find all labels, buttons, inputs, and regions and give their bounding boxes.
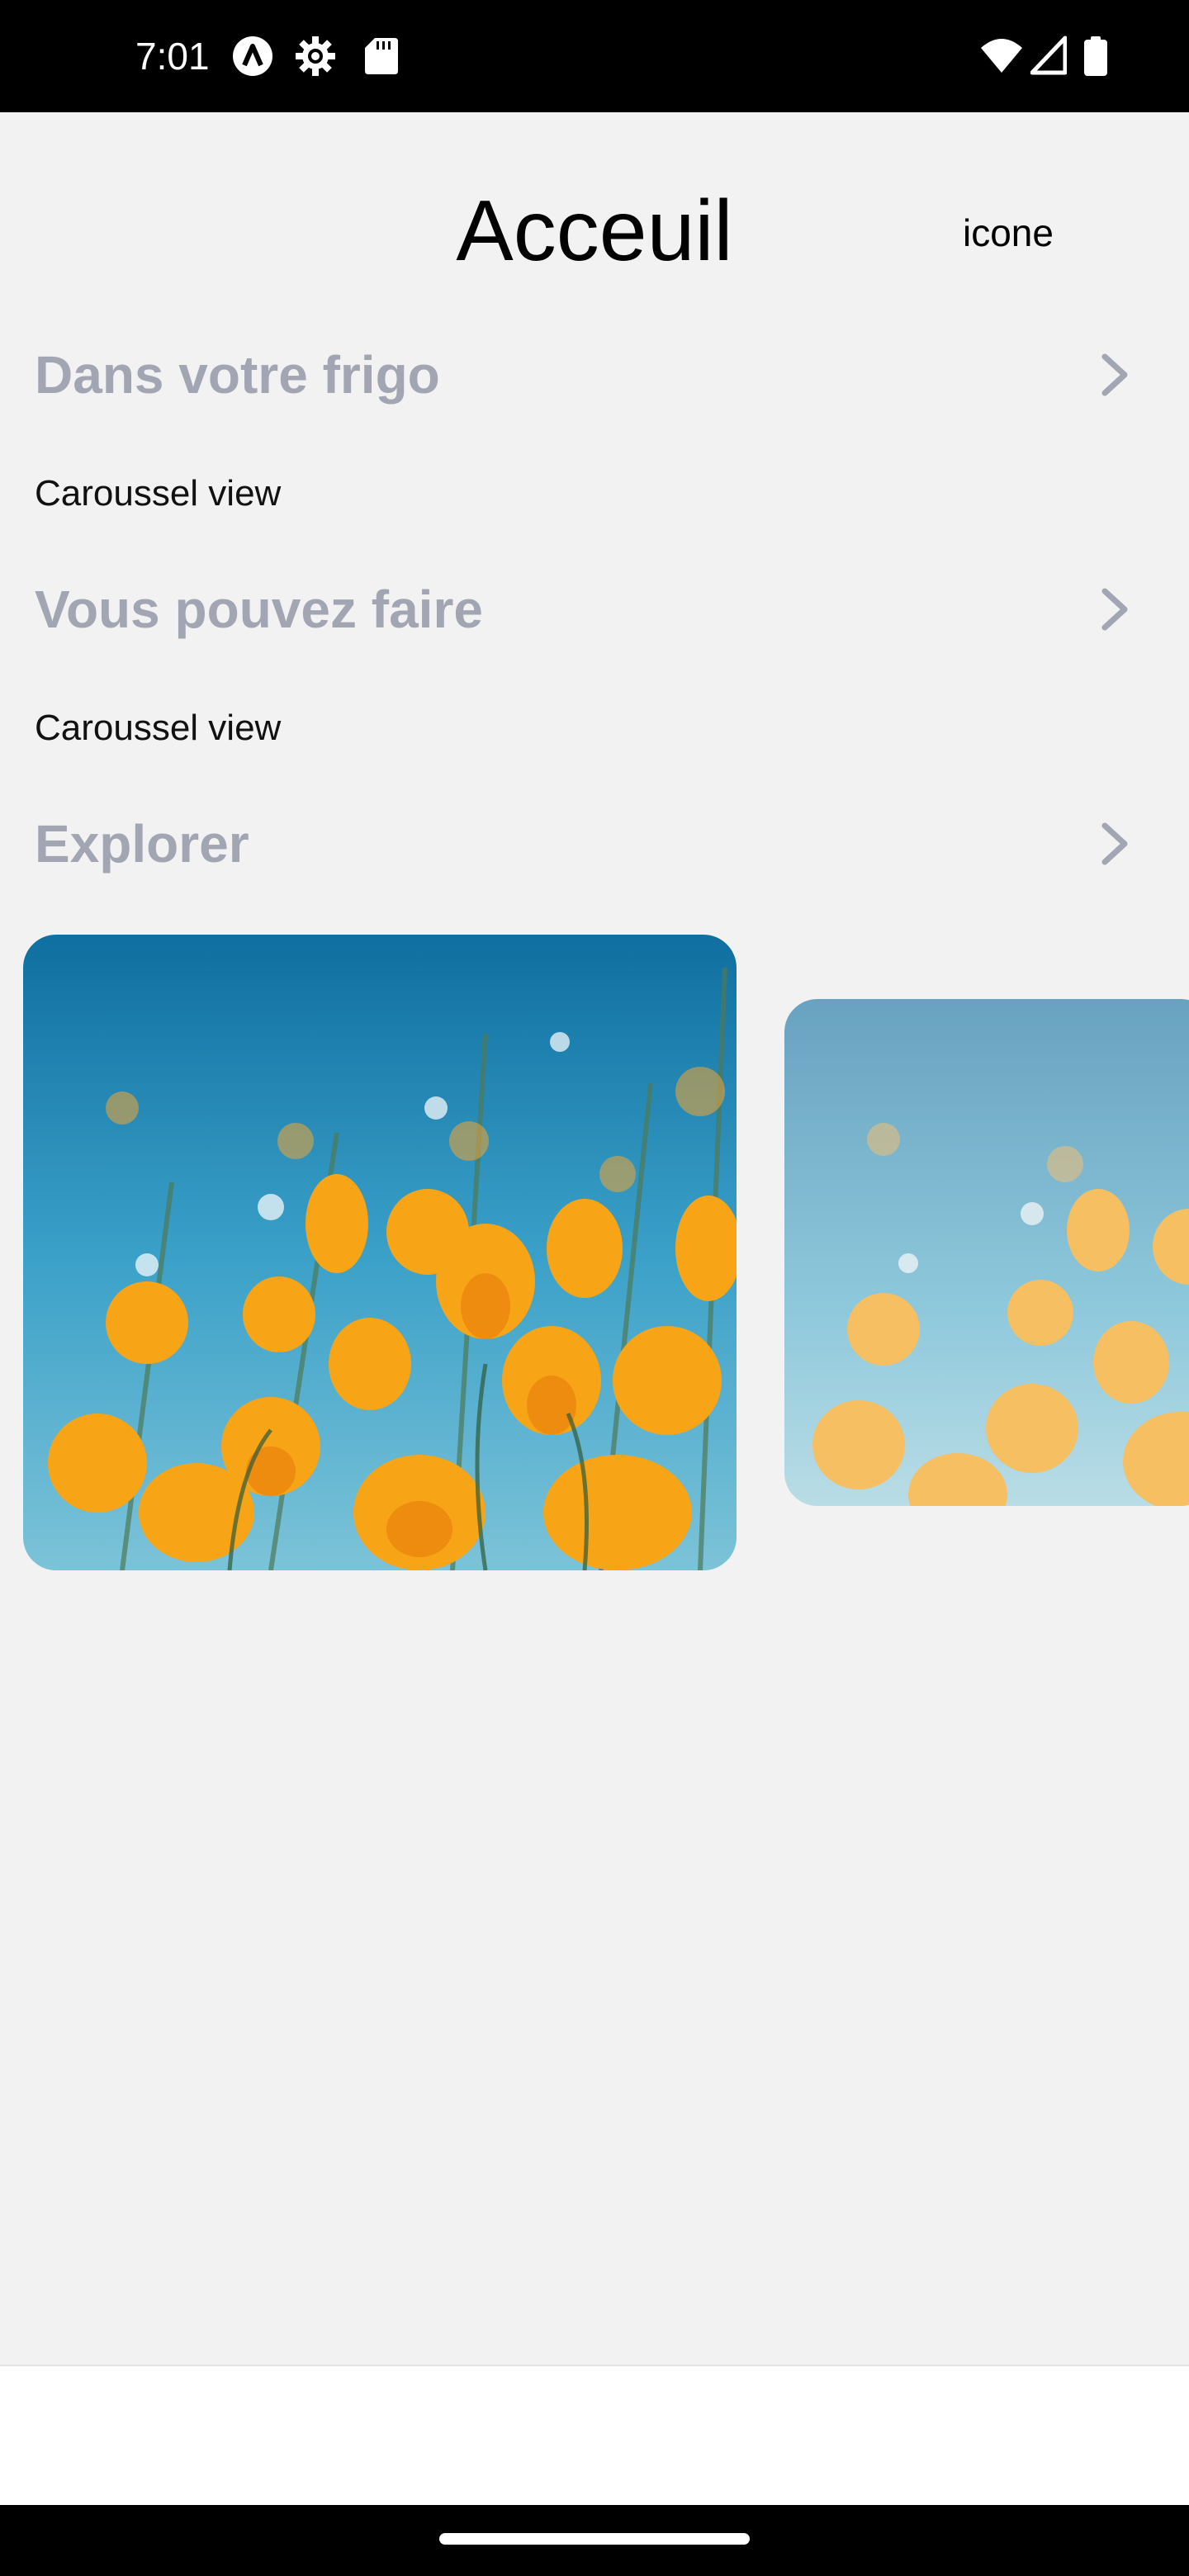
- flowers-image: [23, 935, 737, 1570]
- sd-card-icon: [365, 38, 398, 74]
- carousel-placeholder-frigo: Caroussel view: [35, 473, 282, 514]
- section-header-recettes[interactable]: Vous pouvez faire: [0, 560, 1189, 659]
- status-time: 7:01: [135, 35, 210, 78]
- settings-icon: [296, 36, 335, 76]
- section-header-explorer[interactable]: Explorer: [0, 794, 1189, 893]
- explorer-card-image-next[interactable]: [784, 999, 1189, 1506]
- section-title: Dans votre frigo: [35, 345, 440, 405]
- system-nav-bar: [0, 2505, 1189, 2576]
- carousel-placeholder-recettes: Caroussel view: [35, 708, 282, 748]
- explorer-card-image[interactable]: [23, 935, 737, 1570]
- home-indicator[interactable]: [439, 2533, 750, 2545]
- chevron-right-icon: [1101, 588, 1128, 631]
- status-bar: 7:01: [0, 0, 1189, 112]
- chevron-right-icon: [1101, 353, 1128, 396]
- section-title: Explorer: [35, 814, 249, 874]
- wifi-icon: [981, 39, 1022, 73]
- chevron-right-icon: [1101, 822, 1128, 865]
- section-header-frigo[interactable]: Dans votre frigo: [0, 325, 1189, 424]
- app-a-icon: [233, 36, 272, 76]
- signal-icon: [1030, 36, 1067, 75]
- section-title: Vous pouvez faire: [35, 580, 483, 639]
- flowers-image: [784, 999, 1189, 1506]
- header-icon-text[interactable]: icone: [963, 210, 1054, 256]
- battery-icon: [1084, 36, 1107, 76]
- bottom-bar: [0, 2365, 1189, 2507]
